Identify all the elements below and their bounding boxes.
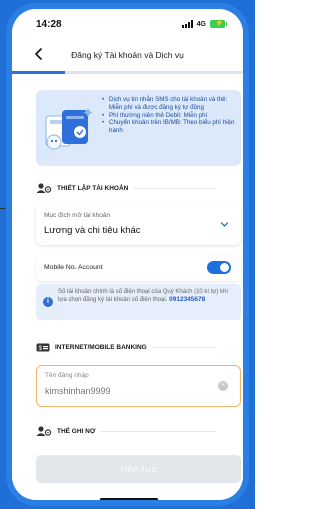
section-account-setup: THIẾT LẬP TÀI KHOẢN — [36, 181, 216, 195]
purpose-value: Lương và chi tiêu khác — [44, 225, 141, 236]
user-settings-icon — [36, 183, 52, 193]
section-debit-card: THẺ GHI NỢ — [36, 424, 216, 438]
screen: 14:28 4G ⚡ Đăng ký Tài khoản và Dịch vụ — [12, 9, 243, 500]
app-header: Đăng ký Tài khoản và Dịch vụ — [12, 39, 243, 71]
signal-icon — [181, 20, 193, 28]
promo-list: Dịch vụ tin nhắn SMS cho tài khoản và th… — [102, 96, 236, 135]
section-title: INTERNET/MOBILE BANKING — [55, 343, 147, 351]
purpose-select[interactable]: Mục đích mở tài khoản Lương và chi tiêu … — [36, 205, 241, 245]
section-title: THIẾT LẬP TÀI KHOẢN — [57, 184, 129, 192]
promo-banner: Dịch vụ tin nhắn SMS cho tài khoản và th… — [36, 90, 241, 166]
list-item: Chuyển khoản trên IB/MB: Theo biểu phí h… — [102, 119, 236, 135]
card-icon: $ — [36, 343, 50, 352]
chevron-left-icon[interactable] — [32, 47, 46, 61]
status-bar: 14:28 4G ⚡ — [12, 9, 243, 39]
mobile-account-label: Mobile No. Account — [44, 264, 103, 271]
username-field[interactable]: Tên đăng nhập kimshinhan9999 × — [36, 365, 241, 407]
user-settings-icon — [36, 426, 52, 436]
divider — [151, 346, 216, 348]
home-indicator[interactable] — [100, 498, 158, 500]
chevron-down-icon — [220, 222, 229, 227]
gift-illustration-icon — [45, 108, 93, 150]
username-caption: Tên đăng nhập — [45, 372, 89, 379]
clear-icon[interactable]: × — [218, 381, 228, 391]
info-icon: i — [43, 297, 53, 307]
status-time: 14:28 — [36, 18, 62, 30]
section-internet-banking: $ INTERNET/MOBILE BANKING — [36, 340, 216, 354]
status-indicators: 4G ⚡ — [181, 20, 227, 28]
network-type: 4G — [196, 20, 206, 28]
username-value: kimshinhan9999 — [45, 386, 111, 396]
section-title: THẺ GHI NỢ — [57, 427, 96, 435]
device-frame: 14:28 4G ⚡ Đăng ký Tài khoản và Dịch vụ — [0, 0, 255, 509]
mobile-account-toggle[interactable] — [207, 261, 231, 274]
info-box: i Số tài khoản chính là số điện thoại củ… — [36, 284, 241, 320]
info-text: Số tài khoản chính là số điện thoại của … — [58, 288, 236, 304]
purpose-caption: Mục đích mở tài khoản — [44, 212, 111, 219]
divider — [100, 430, 216, 432]
mobile-account-row: Mobile No. Account — [36, 255, 241, 281]
toggle-knob — [220, 263, 229, 272]
page-title: Đăng ký Tài khoản và Dịch vụ — [71, 50, 184, 60]
list-item: Dịch vụ tin nhắn SMS cho tài khoản và th… — [102, 96, 236, 112]
info-phone-number: 0912345678 — [169, 296, 206, 303]
list-item: Phí thường niên thẻ Debit: Miễn phí — [102, 112, 236, 120]
main-content: Dịch vụ tin nhắn SMS cho tài khoản và th… — [12, 74, 243, 500]
phone-body: 14:28 4G ⚡ Đăng ký Tài khoản và Dịch vụ — [6, 3, 249, 506]
continue-button[interactable]: TIẾP TỤC — [36, 455, 241, 483]
divider — [133, 187, 216, 189]
battery-icon: ⚡ — [210, 20, 227, 28]
